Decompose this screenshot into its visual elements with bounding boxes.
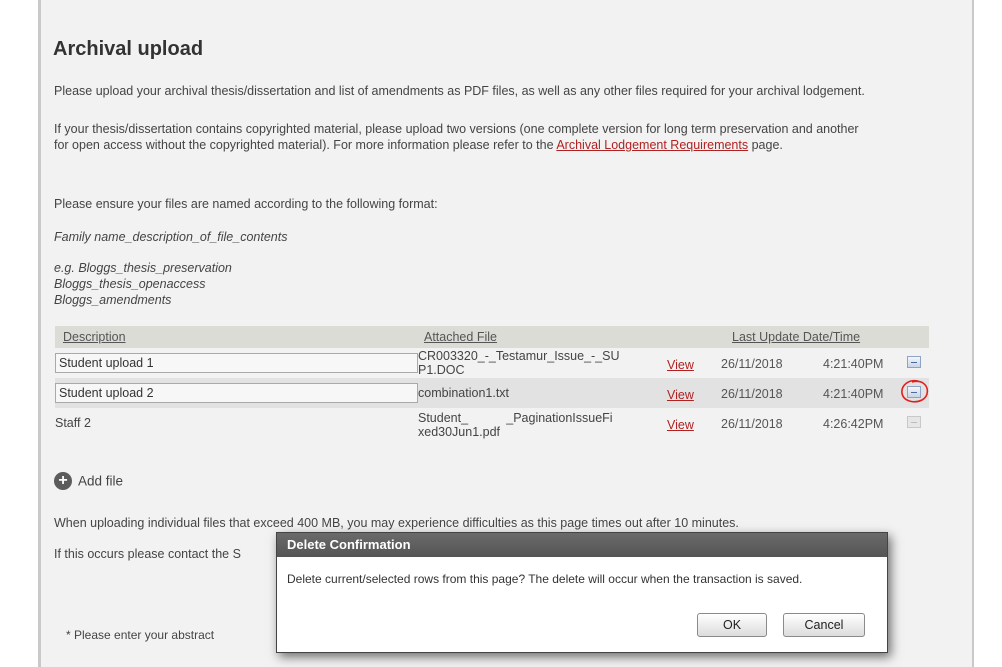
naming-format: Family name_description_of_file_contents bbox=[54, 230, 288, 244]
update-date: 26/11/2018 bbox=[721, 417, 783, 431]
plus-circle-icon: + bbox=[54, 472, 72, 490]
attached-file-name: combination1.txt bbox=[418, 386, 510, 400]
add-file-label: Add file bbox=[78, 473, 124, 489]
view-link[interactable]: View bbox=[667, 358, 694, 372]
naming-intro: Please ensure your files are named accor… bbox=[54, 197, 438, 211]
grid-header: Description Attached File Last Update Da… bbox=[55, 326, 929, 348]
file-name-line: P1.DOC bbox=[418, 363, 465, 377]
attachments-grid: Description Attached File Last Update Da… bbox=[55, 326, 929, 442]
column-header-attached-file[interactable]: Attached File bbox=[424, 330, 497, 344]
naming-examples: e.g. Bloggs_thesis_preservation Bloggs_t… bbox=[54, 260, 874, 308]
file-name-line: CR003320_-_Testamur_Issue_-_SU bbox=[418, 349, 620, 363]
file-name-line: xed30Jun1.pdf bbox=[418, 425, 501, 439]
timeout-note: When uploading individual files that exc… bbox=[54, 516, 739, 530]
add-file-button[interactable]: + Add file bbox=[54, 472, 123, 490]
abstract-label: * Please enter your abstract bbox=[66, 628, 215, 642]
example-line: Bloggs_amendments bbox=[54, 293, 172, 307]
delete-row-button bbox=[907, 416, 921, 428]
copyright-paragraph: If your thesis/dissertation contains cop… bbox=[54, 121, 874, 153]
update-time: 4:26:42PM bbox=[823, 417, 884, 431]
delete-confirmation-dialog: Delete Confirmation Delete current/selec… bbox=[276, 532, 888, 653]
update-date: 26/11/2018 bbox=[721, 357, 783, 371]
page-title: Archival upload bbox=[53, 38, 204, 60]
column-header-description[interactable]: Description bbox=[63, 330, 126, 344]
table-row: CR003320_-_Testamur_Issue_-_SU P1.DOC Vi… bbox=[55, 348, 929, 378]
update-time: 4:21:40PM bbox=[823, 357, 884, 371]
left-gutter bbox=[0, 0, 41, 667]
delete-row-button[interactable] bbox=[907, 356, 921, 368]
table-row: Staff 2 Student_ _PaginationIssueFi xed3… bbox=[55, 408, 929, 442]
attached-file-name: Student_ _PaginationIssueFi xed30Jun1.pd… bbox=[418, 411, 663, 439]
dialog-title[interactable]: Delete Confirmation bbox=[277, 533, 887, 557]
red-circle-annotation bbox=[901, 379, 929, 403]
right-gutter bbox=[972, 0, 1002, 667]
view-link[interactable]: View bbox=[667, 388, 694, 402]
intro-text: Please upload your archival thesis/disse… bbox=[54, 84, 865, 98]
ok-button[interactable]: OK bbox=[697, 613, 767, 637]
column-header-last-update[interactable]: Last Update Date/Time bbox=[732, 330, 860, 344]
file-name-line: Student_ _PaginationIssueFi bbox=[418, 411, 613, 425]
description-field[interactable] bbox=[55, 353, 418, 373]
example-line: Bloggs_thesis_openaccess bbox=[54, 277, 206, 291]
dialog-message: Delete current/selected rows from this p… bbox=[287, 572, 803, 586]
cancel-button[interactable]: Cancel bbox=[783, 613, 865, 637]
example-line: e.g. Bloggs_thesis_preservation bbox=[54, 261, 232, 275]
update-date: 26/11/2018 bbox=[721, 387, 783, 401]
update-time: 4:21:40PM bbox=[823, 387, 884, 401]
attached-file-name: CR003320_-_Testamur_Issue_-_SU P1.DOC bbox=[418, 349, 663, 377]
description-field[interactable] bbox=[55, 383, 418, 403]
archival-lodgement-link[interactable]: Archival Lodgement Requirements bbox=[556, 138, 748, 152]
view-link[interactable]: View bbox=[667, 418, 694, 432]
description-text: Staff 2 bbox=[55, 416, 91, 430]
table-row: combination1.txt View 26/11/2018 4:21:40… bbox=[55, 378, 929, 408]
copyright-text-end: page. bbox=[748, 138, 783, 152]
